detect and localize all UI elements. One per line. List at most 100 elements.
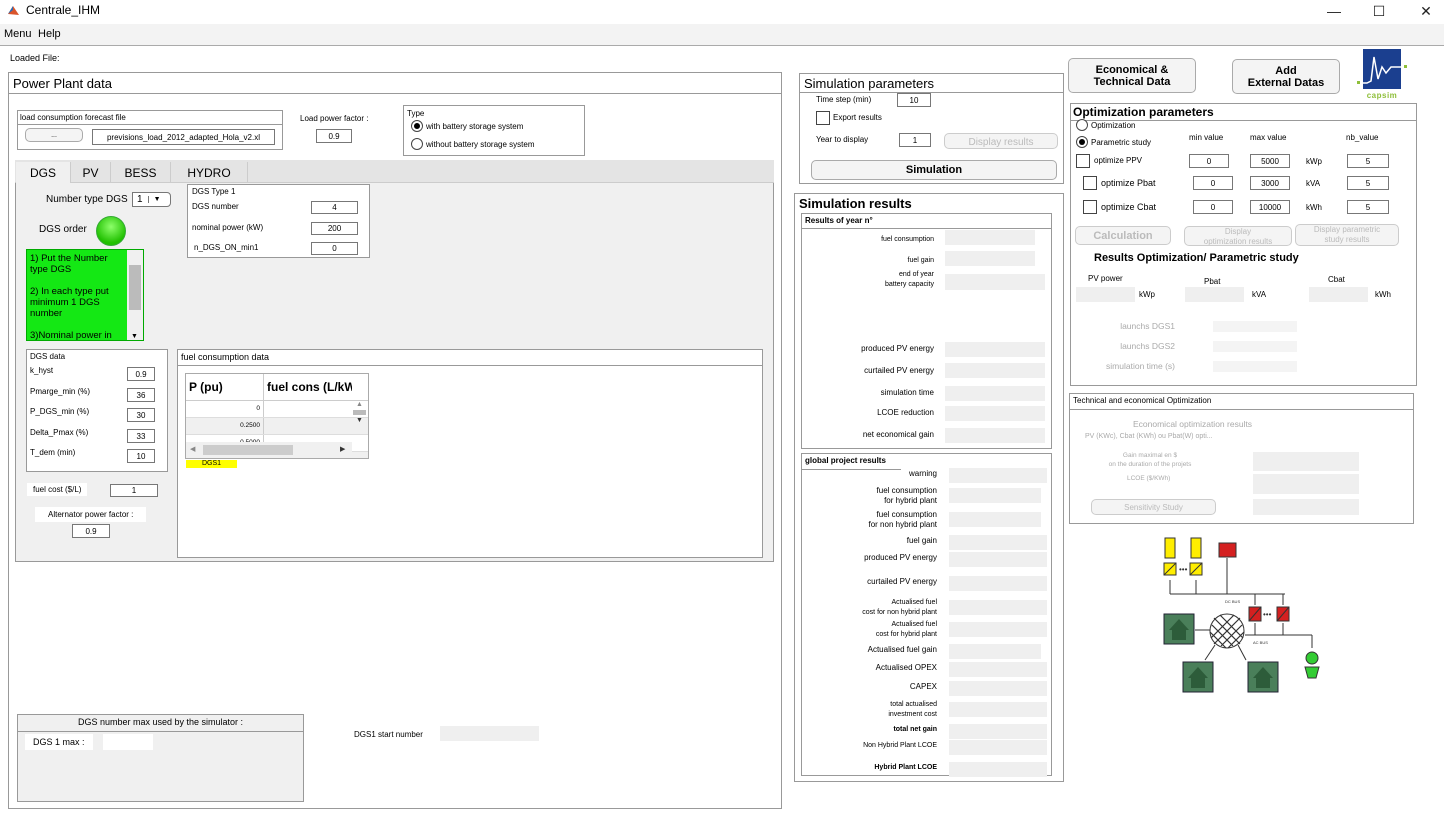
- add-external-data-button[interactable]: Add External Datas: [1232, 59, 1340, 94]
- dgs-data-row-field[interactable]: 33: [127, 429, 155, 443]
- simulation-button[interactable]: Simulation: [811, 160, 1057, 180]
- horizontal-scrollbar[interactable]: ◀ ▶: [186, 442, 352, 458]
- column-header[interactable]: P (pu): [186, 374, 264, 400]
- radio-icon[interactable]: [1076, 119, 1088, 131]
- optimize-checkbox[interactable]: [1076, 154, 1090, 168]
- max-value-field[interactable]: 3000: [1250, 176, 1290, 190]
- fuel-cost-field[interactable]: 1: [110, 484, 158, 497]
- min-value-field[interactable]: 0: [1189, 154, 1229, 168]
- radio-without-battery[interactable]: without battery storage system: [411, 138, 535, 150]
- maximize-button[interactable]: ☐: [1356, 0, 1402, 22]
- global-result-label: warning: [908, 469, 937, 478]
- dgs-data-row-field[interactable]: 30: [127, 408, 155, 422]
- radio-optimization[interactable]: Optimization: [1076, 119, 1135, 131]
- global-result-label: Actualised fuel cost for hybrid plant: [875, 621, 937, 638]
- global-result-label: total net gain: [893, 726, 937, 733]
- eco-tech-data-button[interactable]: Economical & Technical Data: [1068, 58, 1196, 93]
- year-field[interactable]: 1: [899, 133, 931, 147]
- max-value-field[interactable]: 10000: [1250, 200, 1290, 214]
- year-result-label: fuel gain: [907, 257, 934, 264]
- unit-label: kWp: [1306, 157, 1322, 166]
- sim-params-title: Simulation parameters: [804, 76, 935, 91]
- alternator-pf-field[interactable]: 0.9: [72, 524, 110, 538]
- max-value-field[interactable]: 5000: [1250, 154, 1290, 168]
- dgs1-max-value: [103, 734, 153, 750]
- instructions-box[interactable]: 1) Put the Number type DGS 2) In each ty…: [26, 249, 144, 341]
- browse-button[interactable]: ...: [25, 128, 83, 142]
- dgs-data-row-field[interactable]: 10: [127, 449, 155, 463]
- display-optimization-results-button[interactable]: Display optimization results: [1184, 226, 1292, 246]
- global-result-label: fuel consumption for hybrid plant: [876, 486, 937, 505]
- nb-value-field[interactable]: 5: [1347, 154, 1389, 168]
- optimize-checkbox[interactable]: [1083, 176, 1097, 190]
- dgs-type-row-field[interactable]: 0: [311, 242, 358, 255]
- display-parametric-results-button[interactable]: Display parametric study results: [1295, 224, 1399, 246]
- year-results-title: Results of year n°: [801, 213, 1052, 229]
- generator-icon: [1305, 651, 1319, 665]
- menu-item-menu[interactable]: Menu: [0, 24, 34, 44]
- year-label: Year to display: [816, 135, 869, 144]
- dgs-type-row-field[interactable]: 200: [311, 222, 358, 235]
- pbat-label: Pbat: [1204, 277, 1221, 286]
- export-checkbox[interactable]: [816, 111, 830, 125]
- column-header[interactable]: fuel cons (L/kW: [264, 374, 352, 400]
- tab-bess[interactable]: BESS: [111, 162, 171, 183]
- radio-with-battery[interactable]: with battery storage system: [411, 120, 523, 132]
- table-row[interactable]: 0: [186, 401, 368, 418]
- nb-value-field[interactable]: 5: [1347, 176, 1389, 190]
- radio-parametric-study[interactable]: Parametric study: [1076, 136, 1151, 148]
- global-result-value: [949, 468, 1047, 483]
- fuel-cost-label: fuel cost ($/L): [27, 483, 88, 496]
- year-result-label: curtailed PV energy: [864, 366, 934, 375]
- number-type-dropdown[interactable]: 1 ▼: [132, 192, 171, 207]
- global-result-value: [949, 762, 1047, 777]
- year-result-value: [945, 230, 1035, 245]
- vertical-scrollbar[interactable]: ▲ ▼: [351, 401, 368, 441]
- radio-icon[interactable]: [411, 138, 423, 150]
- pv-power-result: [1076, 287, 1135, 302]
- type-title: Type: [407, 109, 425, 118]
- status-led-icon: [96, 216, 126, 246]
- pv-panel-icon: [1190, 537, 1202, 559]
- radio-icon[interactable]: [1076, 136, 1088, 148]
- unit-label: kWh: [1306, 203, 1322, 212]
- dgs-type-title: DGS Type 1: [192, 187, 236, 196]
- min-value-field[interactable]: 0: [1193, 200, 1233, 214]
- scrollbar[interactable]: ▼: [127, 250, 143, 340]
- radio-icon[interactable]: [411, 120, 423, 132]
- display-results-button[interactable]: Display results: [944, 133, 1058, 149]
- optim-title: Optimization parameters: [1073, 105, 1214, 119]
- minimize-button[interactable]: —: [1311, 0, 1357, 22]
- sensitivity-study-button[interactable]: Sensitivity Study: [1091, 499, 1216, 515]
- kwh-unit: kWh: [1375, 290, 1391, 299]
- optimize-checkbox[interactable]: [1083, 200, 1097, 214]
- close-button[interactable]: ✕: [1403, 0, 1444, 22]
- calculation-button[interactable]: Calculation: [1075, 226, 1171, 245]
- tab-pv[interactable]: PV: [71, 162, 111, 183]
- dgs-data-row-field[interactable]: 36: [127, 388, 155, 402]
- time-step-field[interactable]: 10: [897, 93, 931, 107]
- cbat-result: [1309, 287, 1368, 302]
- menu-item-help[interactable]: Help: [36, 24, 63, 44]
- kva-unit: kVA: [1252, 290, 1267, 299]
- global-result-value: [949, 681, 1047, 696]
- load-pf-field[interactable]: 0.9: [316, 129, 352, 143]
- min-value-field[interactable]: 0: [1193, 176, 1233, 190]
- load-file-title: load consumption forecast file: [20, 113, 126, 122]
- table-row[interactable]: 0.2500: [186, 418, 368, 435]
- nb-value-field[interactable]: 5: [1347, 200, 1389, 214]
- global-results-title: global project results: [805, 456, 886, 465]
- dgs-type-row-field[interactable]: 4: [311, 201, 358, 214]
- file-name-field[interactable]: previsions_load_2012_adapted_Hola_v2.xl: [92, 129, 275, 145]
- dgs-data-row-field[interactable]: 0.9: [127, 367, 155, 381]
- global-result-value: [949, 740, 1047, 755]
- svg-text:•••: •••: [1179, 565, 1188, 574]
- menu-bar: Menu Help: [0, 24, 1444, 46]
- tab-hydro[interactable]: HYDRO: [171, 162, 248, 183]
- fuel-table[interactable]: P (pu) fuel cons (L/kW 0 0.2500 0.5000 ▲…: [185, 373, 369, 459]
- global-result-label: total actualised investment cost: [888, 701, 937, 718]
- tab-dgs[interactable]: DGS: [16, 162, 71, 183]
- optimize-label: optimize Pbat: [1101, 178, 1156, 188]
- min-value-header: min value: [1189, 133, 1224, 142]
- year-result-label: fuel consumption: [881, 236, 934, 243]
